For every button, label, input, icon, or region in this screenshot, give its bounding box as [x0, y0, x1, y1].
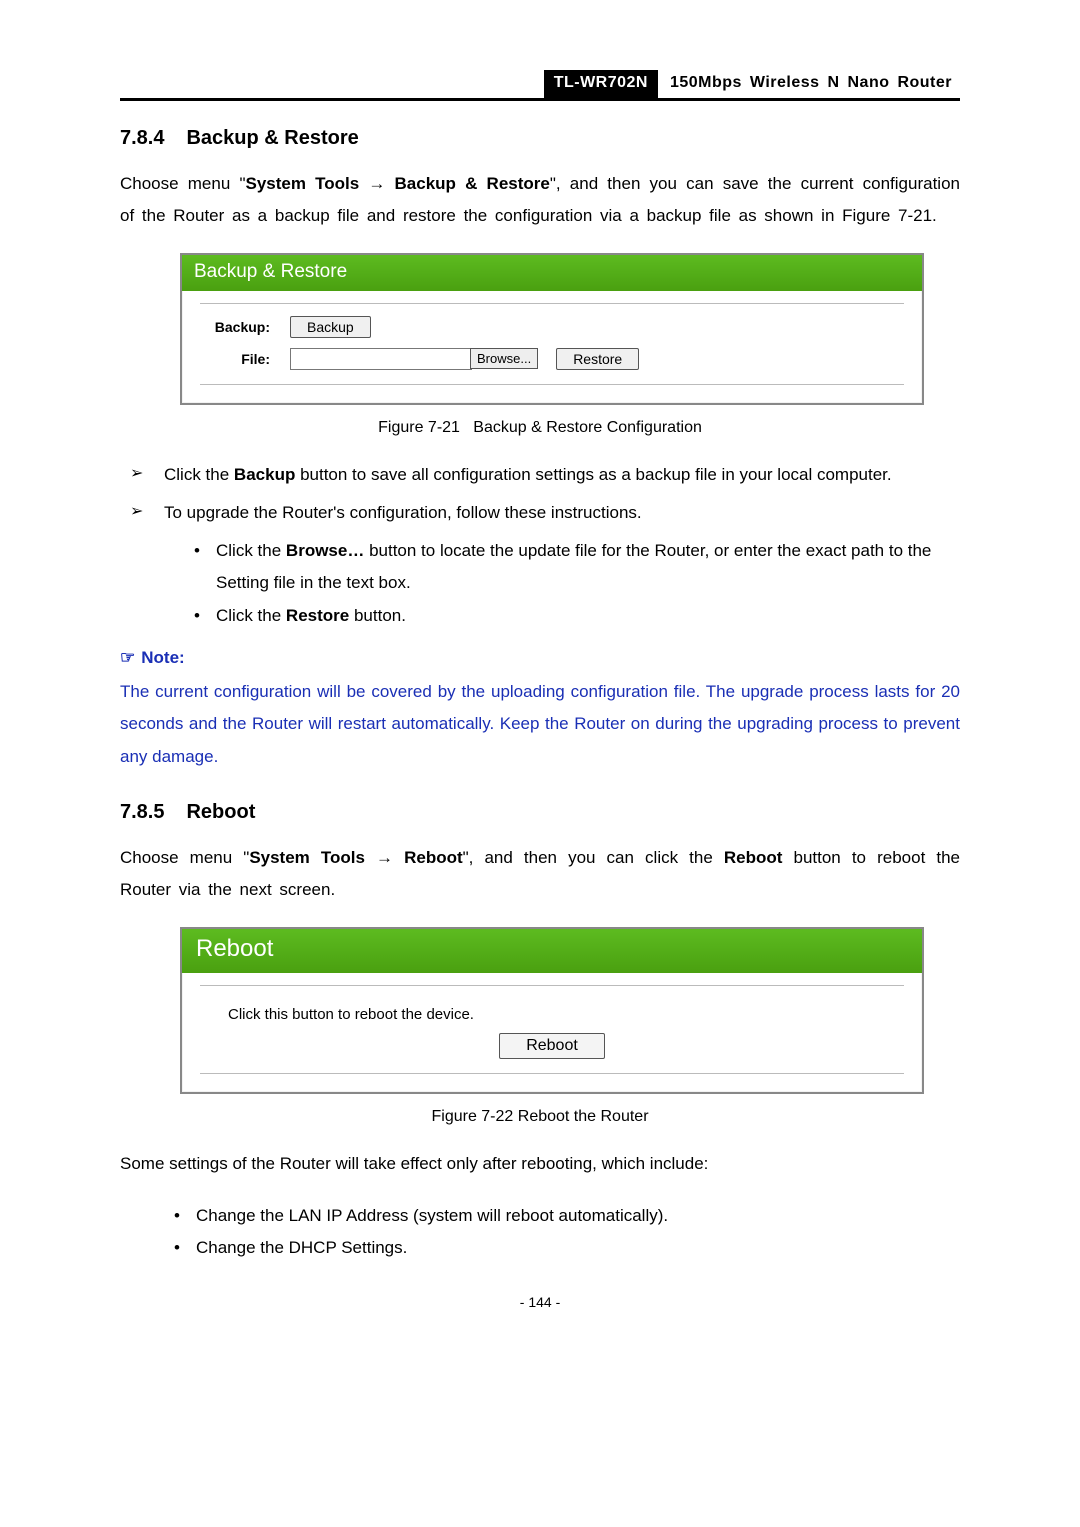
section-number: 7.8.5: [120, 801, 164, 823]
intro-paragraph-backup: Choose menu "System Tools → Backup & Res…: [120, 168, 960, 233]
list-item: Click the Backup button to save all conf…: [130, 459, 960, 491]
list-item: Change the LAN IP Address (system will r…: [174, 1200, 960, 1232]
list-item: Change the DHCP Settings.: [174, 1232, 960, 1264]
figure-7-22-caption: Figure 7-22 Reboot the Router: [120, 1108, 960, 1126]
page-container: TL-WR702N 150Mbps Wireless N Nano Router…: [0, 0, 1080, 1360]
pointing-hand-icon: ☞: [120, 648, 135, 667]
reboot-hint: Click this button to reboot the device.: [228, 1006, 904, 1023]
figure-7-21-caption: Figure 7-21 Backup & Restore Configurati…: [120, 419, 960, 437]
sub-instruction-list: Click the Browse… button to locate the u…: [164, 535, 960, 632]
section-heading-text: Reboot: [186, 801, 255, 823]
list-item: To upgrade the Router's configuration, f…: [130, 497, 960, 632]
reboot-button[interactable]: Reboot: [499, 1033, 605, 1059]
section-heading-text: Backup & Restore: [186, 127, 358, 149]
page-number: - 144 -: [120, 1294, 960, 1310]
browse-button[interactable]: Browse...: [470, 348, 538, 369]
section-title-reboot: 7.8.5 Reboot: [120, 801, 960, 824]
panel-title-reboot: Reboot: [182, 929, 922, 973]
file-path-input[interactable]: [290, 348, 472, 370]
after-reboot-intro: Some settings of the Router will take ef…: [120, 1148, 960, 1180]
reboot-effect-list: Change the LAN IP Address (system will r…: [120, 1200, 960, 1265]
section-title-backup-restore: 7.8.4 Backup & Restore: [120, 127, 960, 150]
note-heading: ☞Note:: [120, 648, 960, 668]
note-body: The current configuration will be covere…: [120, 676, 960, 773]
section-number: 7.8.4: [120, 127, 164, 149]
list-item: Click the Restore button.: [194, 600, 960, 632]
intro-paragraph-reboot: Choose menu "System Tools → Reboot", and…: [120, 842, 960, 907]
model-badge: TL-WR702N: [544, 70, 658, 98]
file-row: File: Browse... Restore: [200, 348, 904, 370]
panel-title-backup-restore: Backup & Restore: [182, 255, 922, 291]
backup-row: Backup: Backup: [200, 316, 904, 338]
restore-button[interactable]: Restore: [556, 348, 639, 370]
instruction-list: Click the Backup button to save all conf…: [120, 459, 960, 632]
figure-7-21-screenshot: Backup & Restore Backup: Backup File: Br…: [180, 253, 924, 405]
list-item: Click the Browse… button to locate the u…: [194, 535, 960, 600]
file-label: File:: [200, 351, 270, 367]
page-header: TL-WR702N 150Mbps Wireless N Nano Router: [120, 70, 960, 101]
backup-button[interactable]: Backup: [290, 316, 371, 338]
figure-7-22-screenshot: Reboot Click this button to reboot the d…: [180, 927, 924, 1094]
product-name: 150Mbps Wireless N Nano Router: [658, 70, 960, 98]
backup-label: Backup:: [200, 319, 270, 335]
